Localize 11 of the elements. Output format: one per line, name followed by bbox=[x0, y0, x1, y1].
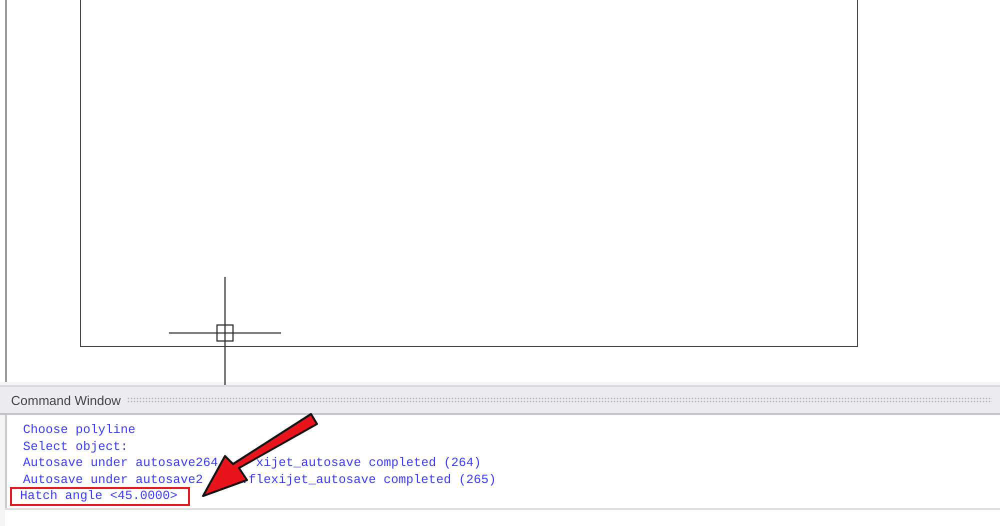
command-line-text: .flexijet_autosave completed (265) bbox=[240, 472, 498, 488]
command-line-text: Autosave under autosave264 bbox=[22, 456, 220, 471]
crosshair-cursor-icon bbox=[169, 277, 281, 385]
command-window-title: Command Window bbox=[11, 392, 121, 408]
command-line-text: Choose polyline bbox=[22, 423, 137, 438]
command-line-text: Autosave under autosave2 bbox=[22, 472, 204, 488]
drag-grip[interactable] bbox=[126, 397, 992, 403]
command-line-text: Select object: bbox=[22, 440, 130, 454]
command-line-text: Hatch angle <45.0000> bbox=[12, 489, 188, 504]
command-input-field[interactable] bbox=[5, 508, 1000, 526]
command-line-text: xijet_autosave completed (264) bbox=[255, 456, 482, 471]
